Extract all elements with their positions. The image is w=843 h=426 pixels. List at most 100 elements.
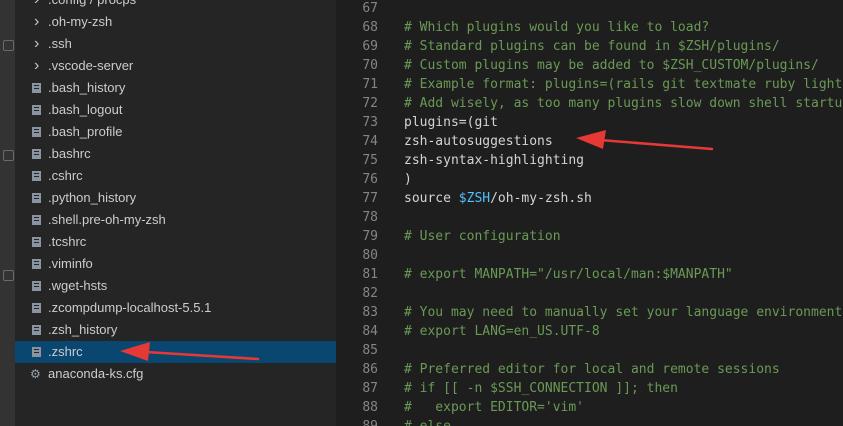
tree-file-item[interactable]: .bash_logout [15,99,336,121]
tree-file-item[interactable]: ⚙ anaconda-ks.cfg [15,363,336,385]
code-token: source [404,191,459,206]
code-line[interactable]: 74 zsh-autosuggestions [336,132,843,151]
file-icon [32,127,41,137]
tree-item-label: .cshrc [48,168,83,183]
activity-bar [0,0,15,426]
tree-item-label: .zsh_history [48,322,118,337]
tree-item-label: .bashrc [48,146,91,161]
file-icon [32,281,41,291]
chevron-right-icon: › [34,0,44,11]
search-icon[interactable] [3,150,14,161]
extensions-icon[interactable] [3,270,14,281]
code-line[interactable]: 69 # Standard plugins can be found in $ZS… [336,37,843,56]
code-line[interactable]: 83 # You may need to manually set your la… [336,303,843,322]
explorer-icon[interactable] [3,40,14,51]
line-number: 71 [362,77,378,92]
code-line[interactable]: 72 # Add wisely, as too many plugins slow… [336,94,843,113]
tree-item-label: .zshrc [48,344,83,359]
tree-item-label: .zcompdump-localhost-5.5.1 [48,300,212,315]
tree-file-item[interactable]: .zshrc [15,341,336,363]
code-text: # export MANPATH="/usr/local/man:$MANPAT… [404,267,733,282]
line-number: 68 [362,20,378,35]
tree-item-label: .shell.pre-oh-my-zsh [48,212,166,227]
tree-file-item[interactable]: .bashrc [15,143,336,165]
code-line[interactable]: 76) [336,170,843,189]
tree-folder-item[interactable]: › .config / procps [15,0,336,11]
code-text: # if [[ -n $SSH_CONNECTION ]]; then [404,381,678,396]
file-explorer: › .config / procps › .oh-my-zsh › .ssh › .vscod… [15,0,336,426]
tree-file-item[interactable]: .zsh_history [15,319,336,341]
code-line[interactable]: 71 # Example format: plugins=(rails git t… [336,75,843,94]
tree-file-item[interactable]: .python_history [15,187,336,209]
code-text: plugins=(git [404,115,498,130]
tree-file-item[interactable]: .zcompdump-localhost-5.5.1 [15,297,336,319]
file-icon [32,259,41,269]
code-text: # Add wisely, as too many plugins slow d… [404,96,843,111]
code-token: $ZSH [458,191,491,206]
code-text: # else [404,417,451,426]
file-icon [32,347,41,357]
code-line[interactable]: 67 [336,0,843,18]
file-icon [32,105,41,115]
tree-item-label: .bash_history [48,80,126,95]
file-icon [32,171,41,181]
line-number: 77 [362,191,378,206]
tree-file-item[interactable]: .wget-hsts [15,275,336,297]
code-editor[interactable]: 67 68 # Which plugins would you like to lo… [336,0,843,426]
tree-folder-item[interactable]: › .vscode-server [15,55,336,77]
tree-file-item[interactable]: .shell.pre-oh-my-zsh [15,209,336,231]
code-text: # export LANG=en_US.UTF-8 [404,324,600,339]
code-line[interactable]: 82 [336,284,843,303]
line-number: 74 [362,134,378,149]
code-line[interactable]: 70 # Custom plugins may be added to $ZSH_… [336,56,843,75]
line-number: 69 [362,39,378,54]
line-number: 89 [336,417,378,426]
tree-item-label: .python_history [48,190,137,205]
file-icon [32,303,41,313]
line-number: 87 [362,381,378,396]
code-line[interactable]: 73 plugins=(git [336,113,843,132]
code-line[interactable]: 80 [336,246,843,265]
tree-file-item[interactable]: .bash_history [15,77,336,99]
line-number: 88 [362,400,378,415]
code-line[interactable]: 78 [336,208,843,227]
tree-file-item[interactable]: .cshrc [15,165,336,187]
chevron-right-icon: › [34,13,40,30]
code-text: # You may need to manually set your lang… [404,305,843,320]
tree-item-label: .config / procps [48,0,136,11]
code-line[interactable]: 86 # Preferred editor for local and remot… [336,360,843,379]
code-line[interactable]: 85 [336,341,843,360]
chevron-right-icon: › [34,35,40,52]
tree-folder-item[interactable]: › .ssh [15,33,336,55]
line-number: 85 [362,343,378,358]
file-icon [32,215,41,225]
code-text: # Custom plugins may be added to $ZSH_CU… [404,58,819,73]
line-number: 83 [362,305,378,320]
code-text: # Which plugins would you like to load? [404,20,710,35]
code-line[interactable]: 89 # else [336,417,843,426]
code-line[interactable]: 68 # Which plugins would you like to load… [336,18,843,37]
line-number: 81 [362,267,378,282]
tree-file-item[interactable]: .viminfo [15,253,336,275]
code-text: zsh-autosuggestions [404,134,553,149]
tree-item-label: .oh-my-zsh [48,14,113,29]
code-line[interactable]: 77 source $ZSH/oh-my-zsh.sh [336,189,843,208]
code-line[interactable]: 79 # User configuration [336,227,843,246]
tree-folder-item[interactable]: › .oh-my-zsh [15,11,336,33]
code-line[interactable]: 75 zsh-syntax-highlighting [336,151,843,170]
line-number: 86 [362,362,378,377]
line-number: 70 [362,58,378,73]
tree-item-label: .viminfo [48,256,93,271]
chevron-right-icon: › [34,57,40,74]
code-line[interactable]: 81 # export MANPATH="/usr/local/man:$MANP… [336,265,843,284]
code-text: # export EDITOR='vim' [404,400,585,415]
code-text: ) [404,172,412,187]
line-number: 84 [362,324,378,339]
file-icon [32,237,41,247]
tree-file-item[interactable]: .bash_profile [15,121,336,143]
tree-file-item[interactable]: .tcshrc [15,231,336,253]
code-line[interactable]: 84 # export LANG=en_US.UTF-8 [336,322,843,341]
code-line[interactable]: 88 # export EDITOR='vim' [336,398,843,417]
code-line[interactable]: 87 # if [[ -n $SSH_CONNECTION ]]; then [336,379,843,398]
tree-item-label: .ssh [48,36,72,51]
